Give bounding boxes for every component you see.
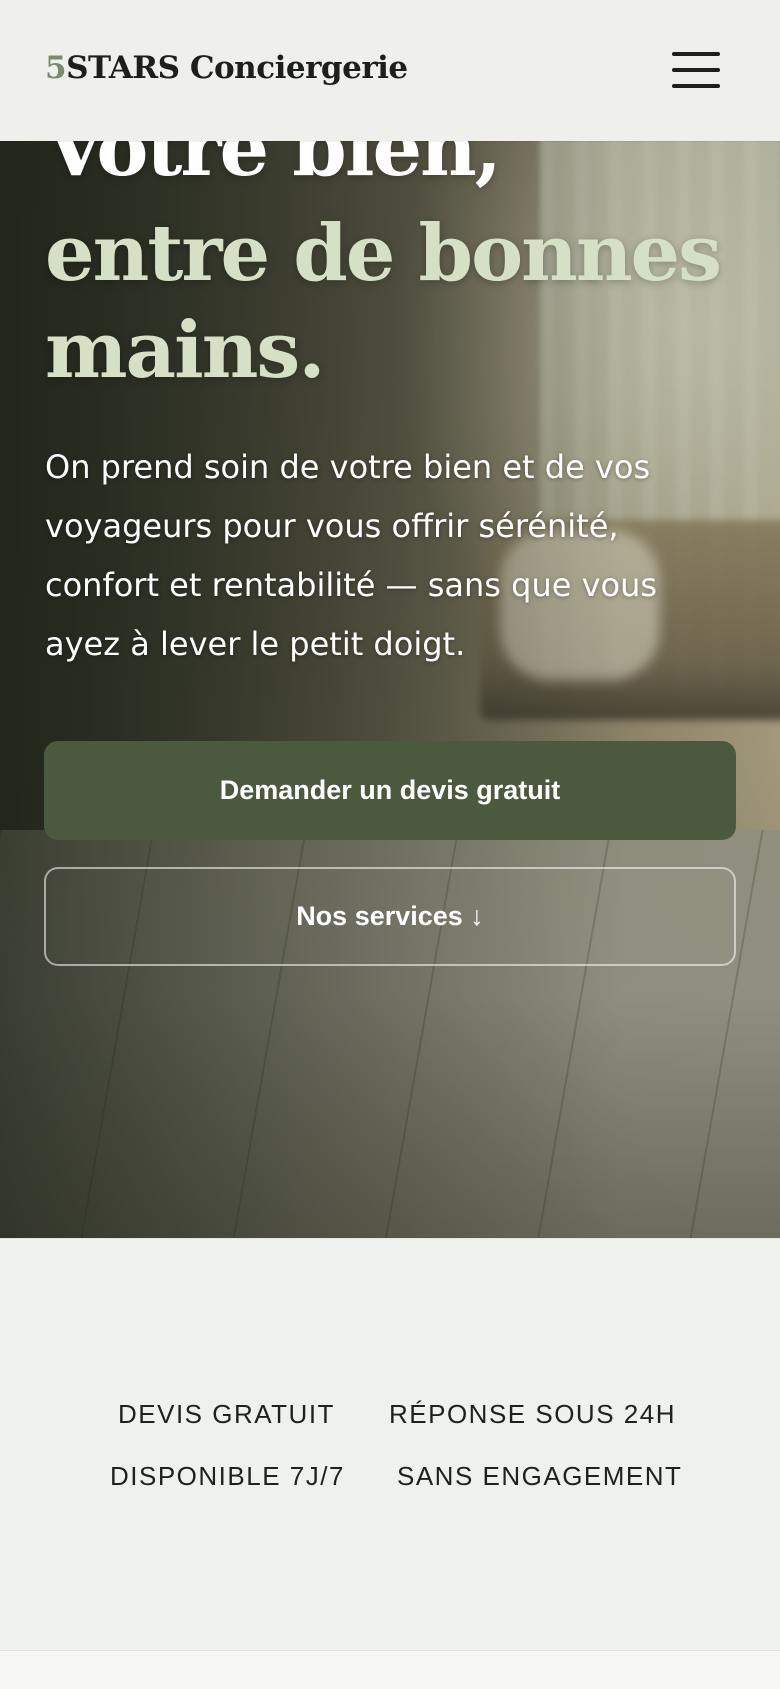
brand-logo[interactable]: 5STARS Conciergerie [45, 50, 408, 86]
site-header: 5STARS Conciergerie [0, 0, 780, 141]
our-services-button[interactable]: Nos services ↓ [44, 867, 736, 966]
request-quote-button[interactable]: Demander un devis gratuit [44, 741, 736, 840]
trust-section: DEVIS GRATUIT RÉPONSE SOUS 24H DISPONIBL… [0, 1238, 780, 1651]
hero-section: Votre bien, entre de bonnes mains. On pr… [0, 0, 780, 1238]
trust-item-no-commitment: SANS ENGAGEMENT [397, 1461, 683, 1491]
hero-lead-text: On prend soin de votre bien et de vos vo… [45, 448, 658, 663]
hero-title-line-3: mains. [45, 305, 325, 396]
hamburger-menu-icon[interactable] [672, 50, 724, 90]
brand-name: STARS Conciergerie [66, 50, 408, 86]
brand-number: 5 [45, 50, 67, 86]
menu-line-top [672, 52, 720, 56]
menu-line-bottom [672, 84, 720, 88]
trust-item-available-7-7: DISPONIBLE 7J/7 [110, 1461, 345, 1491]
our-services-label: Nos services ↓ [296, 901, 484, 931]
trust-item-24h-response: RÉPONSE SOUS 24H [389, 1399, 676, 1429]
next-section-edge [0, 1650, 780, 1689]
request-quote-label: Demander un devis gratuit [219, 775, 561, 805]
trust-item-free-quote: DEVIS GRATUIT [118, 1399, 335, 1429]
menu-line-middle [672, 68, 720, 72]
hero-title-line-2: entre de bonnes [45, 208, 722, 299]
